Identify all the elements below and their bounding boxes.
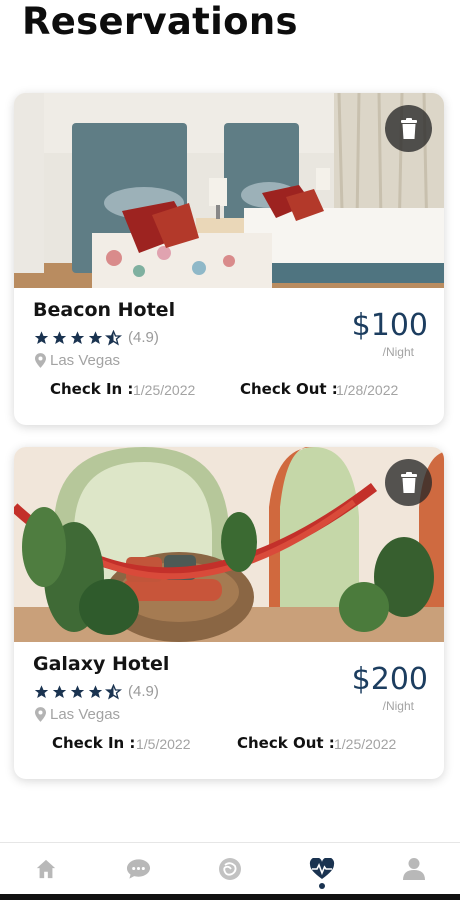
hotel-photo bbox=[14, 93, 444, 288]
home-icon bbox=[36, 859, 56, 878]
system-bar bbox=[0, 894, 460, 900]
half-star-icon bbox=[105, 683, 122, 699]
star-icon bbox=[88, 684, 103, 698]
star-icon bbox=[52, 330, 67, 344]
nav-profile[interactable] bbox=[384, 843, 444, 895]
rating-value: (4.9) bbox=[128, 329, 159, 346]
check-in-label: Check In : bbox=[50, 380, 134, 398]
rating: (4.9) bbox=[33, 329, 159, 346]
star-icon bbox=[34, 330, 49, 344]
reservation-card[interactable]: Beacon Hotel (4.9) Las Vegas $100 /Night… bbox=[14, 93, 444, 425]
location: Las Vegas bbox=[35, 352, 120, 369]
check-in-label: Check In : bbox=[52, 734, 136, 752]
trash-icon bbox=[400, 471, 417, 493]
star-icon bbox=[70, 684, 85, 698]
nav-chat[interactable] bbox=[108, 843, 168, 895]
active-indicator bbox=[319, 882, 325, 889]
profile-icon bbox=[403, 857, 425, 880]
half-star-icon bbox=[105, 329, 122, 345]
chat-icon bbox=[126, 858, 150, 879]
reservation-card[interactable]: Galaxy Hotel (4.9) Las Vegas $200 /Night… bbox=[14, 447, 444, 779]
location: Las Vegas bbox=[35, 706, 120, 723]
rating: (4.9) bbox=[33, 683, 159, 700]
check-out-date: 1/25/2022 bbox=[334, 736, 397, 752]
price-value: $100 bbox=[351, 308, 428, 343]
price: $100 /Night bbox=[352, 308, 428, 359]
price-unit: /Night bbox=[382, 345, 414, 359]
hotel-name: Beacon Hotel bbox=[33, 299, 176, 321]
location-text: Las Vegas bbox=[50, 706, 121, 723]
star-icon bbox=[70, 330, 85, 344]
star-rating bbox=[33, 329, 122, 346]
location-pin-icon bbox=[35, 707, 46, 722]
check-in-date: 1/5/2022 bbox=[136, 736, 191, 752]
delete-reservation-button[interactable] bbox=[385, 105, 432, 152]
nav-home[interactable] bbox=[16, 843, 76, 895]
price: $200 /Night bbox=[352, 662, 428, 713]
check-in-date: 1/25/2022 bbox=[133, 382, 196, 398]
explore-icon bbox=[219, 857, 241, 880]
reservation-dates: Check In : 1/25/2022 Check Out : 1/28/20… bbox=[14, 380, 444, 400]
page-title: Reservations bbox=[22, 0, 298, 43]
star-rating bbox=[33, 683, 122, 700]
star-icon bbox=[34, 684, 49, 698]
rating-value: (4.9) bbox=[128, 683, 159, 700]
nav-explore[interactable] bbox=[200, 843, 260, 895]
delete-reservation-button[interactable] bbox=[385, 459, 432, 506]
price-value: $200 bbox=[351, 662, 428, 697]
hotel-name: Galaxy Hotel bbox=[33, 653, 170, 675]
star-icon bbox=[52, 684, 67, 698]
check-out-label: Check Out : bbox=[240, 380, 338, 398]
star-icon bbox=[88, 330, 103, 344]
hotel-photo bbox=[14, 447, 444, 642]
location-pin-icon bbox=[35, 353, 46, 368]
location-text: Las Vegas bbox=[50, 352, 121, 369]
price-unit: /Night bbox=[382, 699, 414, 713]
reservation-dates: Check In : 1/5/2022 Check Out : 1/25/202… bbox=[14, 734, 444, 754]
health-heart-icon bbox=[309, 857, 335, 879]
check-out-label: Check Out : bbox=[237, 734, 335, 752]
trash-icon bbox=[400, 117, 417, 139]
check-out-date: 1/28/2022 bbox=[336, 382, 399, 398]
bottom-navigation bbox=[0, 842, 460, 894]
nav-health[interactable] bbox=[292, 843, 352, 895]
